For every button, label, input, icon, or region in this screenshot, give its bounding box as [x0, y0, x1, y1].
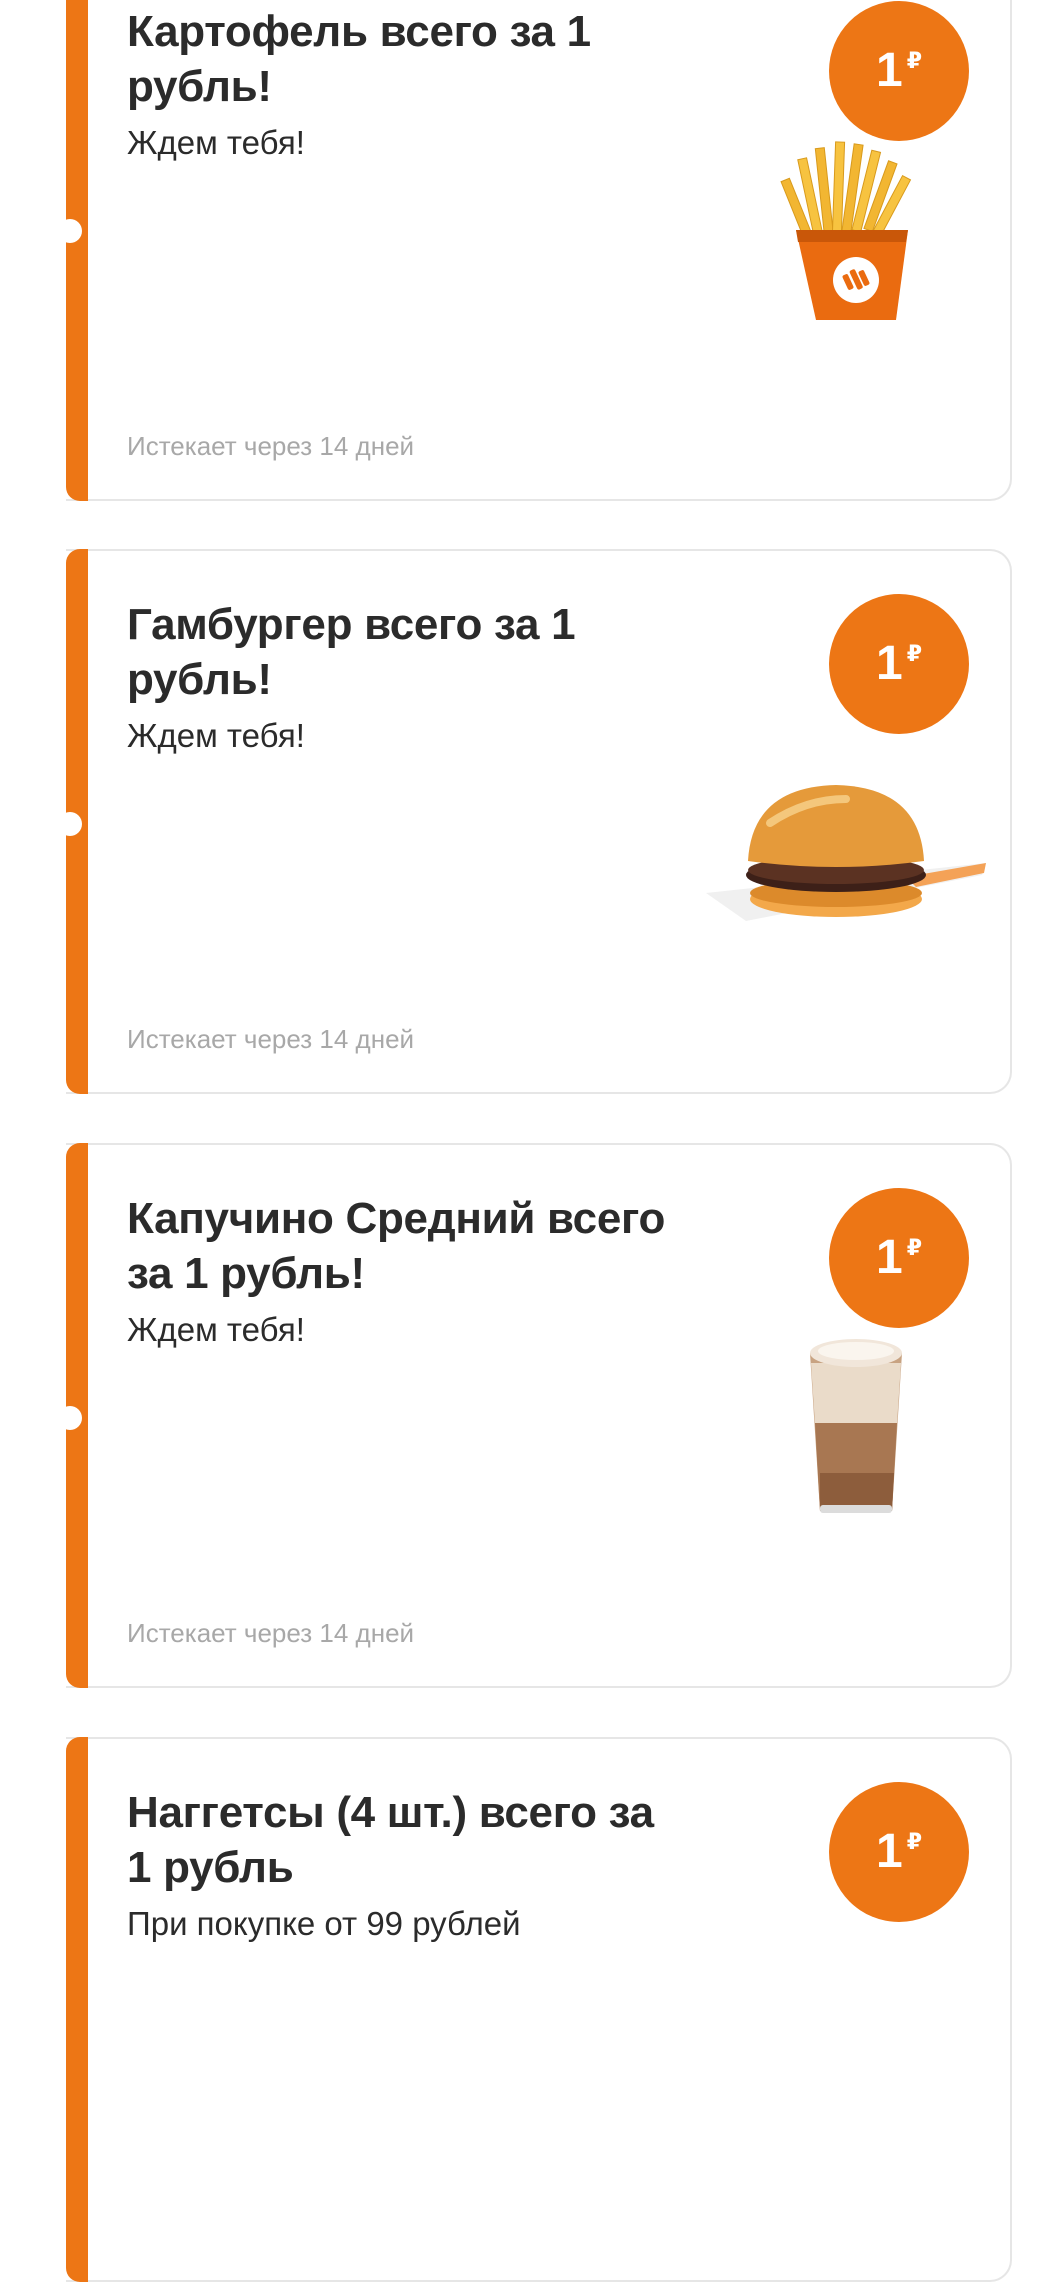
coupon-title: Гамбургер всего за 1 рубль!	[127, 600, 576, 704]
price-badge: 1 ₽	[829, 594, 969, 734]
coupon-title: Капучино Средний всего за 1 рубль!	[127, 1194, 666, 1298]
price-value: 1	[875, 637, 903, 690]
coupon-subtitle: Ждем тебя!	[127, 1311, 305, 1348]
currency-sign: ₽	[906, 1235, 922, 1260]
hamburger-icon	[706, 785, 986, 921]
coupon-subtitle: Ждем тебя!	[127, 124, 305, 161]
currency-sign: ₽	[906, 1829, 922, 1854]
cappuccino-icon	[810, 1339, 902, 1513]
price-value: 1	[875, 1825, 903, 1878]
coupon-expiry: Истекает через 14 дней	[127, 1618, 415, 1648]
coupon-subtitle: Ждем тебя!	[127, 717, 305, 754]
fries-icon	[780, 141, 912, 320]
currency-sign: ₽	[906, 48, 922, 73]
price-badge: 1 ₽	[829, 1188, 969, 1328]
currency-sign: ₽	[906, 641, 922, 666]
coupon-expiry: Истекает через 14 дней	[127, 431, 415, 461]
price-value: 1	[875, 1231, 903, 1284]
coupon-expiry: Истекает через 14 дней	[127, 1024, 415, 1054]
coupon-notch	[58, 1406, 82, 1430]
coupon-card-nuggets[interactable]: Наггетсы (4 шт.) всего за 1 рубль При по…	[66, 1737, 1012, 2282]
coupon-title: Наггетсы (4 шт.) всего за 1 рубль	[127, 1788, 654, 1892]
coupon-stripe	[66, 0, 88, 501]
price-badge: 1 ₽	[829, 1, 969, 141]
coupon-card-cappuccino[interactable]: Капучино Средний всего за 1 рубль! Ждем …	[58, 1143, 1012, 1688]
coupon-notch	[58, 219, 82, 243]
coupon-title: Картофель всего за 1 рубль!	[127, 7, 591, 111]
coupon-notch	[58, 812, 82, 836]
coupon-card-fries[interactable]: Картофель всего за 1 рубль! Ждем тебя! И…	[58, 0, 1012, 501]
price-value: 1	[875, 44, 903, 97]
coupon-stripe	[66, 1737, 88, 2282]
price-badge: 1 ₽	[829, 1782, 969, 1922]
coupon-subtitle: При покупке от 99 рублей	[127, 1905, 521, 1942]
coupon-card-hamburger[interactable]: Гамбургер всего за 1 рубль! Ждем тебя! И…	[58, 549, 1012, 1094]
